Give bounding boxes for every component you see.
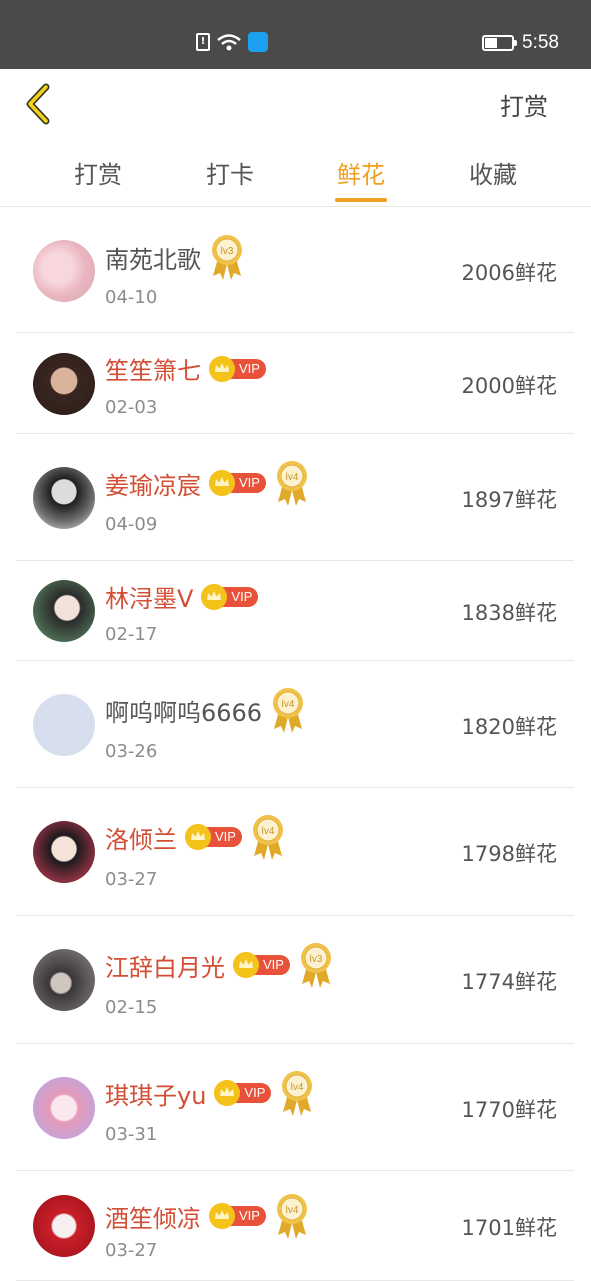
list-item[interactable]: 笙笙箫七 VIP 02-03 2000鲜花	[16, 333, 574, 434]
flower-amount: 1774鲜花	[461, 970, 557, 994]
list-item[interactable]: 江辞白月光 VIP lv3 02-15 1774鲜花	[16, 916, 574, 1044]
user-name[interactable]: 琪琪子yu	[105, 1076, 206, 1111]
user-name[interactable]: 林浔墨V	[105, 579, 193, 614]
sim-alert-icon: !	[196, 33, 210, 51]
crown-icon	[209, 470, 235, 496]
vip-badge: VIP	[209, 355, 266, 382]
user-name[interactable]: 江辞白月光	[105, 948, 225, 983]
flower-amount: 2006鲜花	[461, 261, 557, 285]
record-date: 03-26	[105, 741, 158, 762]
crown-icon	[201, 583, 228, 610]
medal-level-text: lv4	[291, 1082, 304, 1093]
medal-level-text: lv4	[286, 472, 299, 483]
list-item[interactable]: 啊呜啊呜6666 lv4 03-26 1820鲜花	[16, 661, 574, 788]
user-name-line: 笙笙箫七 VIP	[105, 351, 266, 386]
record-date: 03-31	[105, 1124, 158, 1145]
vip-badge: VIP	[209, 470, 266, 496]
list-item[interactable]: 酒笙倾凉 VIP lv4 03-27 1701鲜花	[16, 1171, 574, 1281]
avatar[interactable]	[33, 1077, 95, 1139]
vip-badge: VIP	[214, 1080, 272, 1106]
flower-amount: 1701鲜花	[461, 1216, 557, 1240]
vip-badge: VIP	[233, 952, 290, 978]
medal-level-text: lv4	[282, 699, 295, 710]
back-arrow-icon[interactable]	[22, 83, 56, 125]
record-date: 02-17	[105, 624, 158, 645]
list-item[interactable]: 洛倾兰 VIP lv4 03-27 1798鲜花	[16, 788, 574, 916]
tab-reward[interactable]: 打赏	[58, 155, 138, 190]
user-name[interactable]: 啊呜啊呜6666	[105, 693, 262, 728]
avatar[interactable]	[33, 949, 95, 1011]
vip-badge: VIP	[185, 824, 242, 850]
vip-badge: VIP	[201, 583, 259, 610]
list-item[interactable]: 南苑北歌 lv3 04-10 2006鲜花	[16, 209, 574, 333]
medal-level-text: lv3	[221, 246, 234, 257]
header: 打赏	[0, 69, 591, 141]
crown-icon	[233, 952, 259, 978]
user-name-line: 江辞白月光 VIP lv3	[105, 940, 334, 990]
tab-favorites[interactable]: 收藏	[453, 155, 533, 190]
flower-ranking-list: 南苑北歌 lv3 04-10 2006鲜花笙笙箫七 VIP 02-03 2000鲜花姜瑜凉宸…	[16, 209, 574, 1281]
wifi-icon	[217, 34, 241, 51]
header-reward-button[interactable]: 打赏	[500, 87, 548, 122]
crown-icon	[185, 824, 211, 850]
record-date: 02-15	[105, 997, 158, 1018]
crown-icon	[209, 1203, 235, 1229]
list-item[interactable]: 林浔墨V VIP 02-17 1838鲜花	[16, 561, 574, 661]
record-date: 04-09	[105, 514, 158, 535]
flower-amount: 1798鲜花	[461, 842, 557, 866]
flower-amount: 1770鲜花	[461, 1098, 557, 1122]
user-name[interactable]: 酒笙倾凉	[105, 1199, 201, 1234]
record-date: 04-10	[105, 287, 158, 308]
avatar[interactable]	[33, 240, 95, 302]
user-name-line: 林浔墨V VIP	[105, 579, 259, 614]
assistant-app-icon	[248, 32, 268, 52]
tab-bar: 打赏 打卡 鲜花 收藏	[0, 141, 591, 207]
level-medal-icon: lv4	[273, 688, 304, 733]
flower-amount: 1820鲜花	[461, 715, 557, 739]
user-name-line: 琪琪子yu VIP lv4	[105, 1068, 315, 1118]
flower-amount: 1838鲜花	[461, 601, 557, 625]
list-item[interactable]: 姜瑜凉宸 VIP lv4 04-09 1897鲜花	[16, 434, 574, 561]
level-medal-icon: lv4	[276, 461, 307, 506]
tab-checkin[interactable]: 打卡	[190, 155, 270, 190]
avatar[interactable]	[33, 467, 95, 529]
user-name[interactable]: 洛倾兰	[105, 820, 177, 855]
medal-level-text: lv4	[262, 826, 275, 837]
user-name[interactable]: 笙笙箫七	[105, 351, 201, 386]
avatar[interactable]	[33, 1195, 95, 1257]
avatar[interactable]	[33, 580, 95, 642]
avatar[interactable]	[33, 821, 95, 883]
tab-flowers[interactable]: 鲜花	[321, 155, 401, 190]
user-name-line: 南苑北歌 lv3	[105, 232, 245, 282]
level-medal-icon: lv3	[212, 235, 242, 280]
status-bar: ! 5:58	[0, 0, 591, 69]
user-name-line: 酒笙倾凉 VIP lv4	[105, 1191, 310, 1241]
battery-icon	[482, 35, 518, 51]
level-medal-icon: lv4	[252, 815, 283, 860]
user-name[interactable]: 南苑北歌	[105, 240, 201, 275]
record-date: 03-27	[105, 1240, 158, 1261]
user-name-line: 洛倾兰 VIP lv4	[105, 812, 286, 862]
user-name-line: 姜瑜凉宸 VIP lv4	[105, 458, 310, 508]
flower-amount: 2000鲜花	[461, 374, 557, 398]
medal-level-text: lv4	[286, 1205, 299, 1216]
level-medal-icon: lv4	[282, 1071, 313, 1116]
status-icons: !	[196, 32, 268, 52]
record-date: 02-03	[105, 397, 158, 418]
user-name-line: 啊呜啊呜6666 lv4	[105, 685, 306, 735]
status-time: 5:58	[522, 32, 559, 53]
active-tab-indicator	[335, 198, 387, 202]
avatar[interactable]	[33, 353, 95, 415]
record-date: 03-27	[105, 869, 158, 890]
avatar[interactable]	[33, 694, 95, 756]
flower-amount: 1897鲜花	[461, 488, 557, 512]
vip-badge: VIP	[209, 1203, 266, 1229]
level-medal-icon: lv4	[276, 1194, 307, 1239]
list-item[interactable]: 琪琪子yu VIP lv4 03-31 1770鲜花	[16, 1044, 574, 1171]
user-name[interactable]: 姜瑜凉宸	[105, 466, 201, 501]
crown-icon	[209, 355, 235, 382]
medal-level-text: lv3	[310, 954, 323, 965]
level-medal-icon: lv3	[300, 943, 331, 988]
